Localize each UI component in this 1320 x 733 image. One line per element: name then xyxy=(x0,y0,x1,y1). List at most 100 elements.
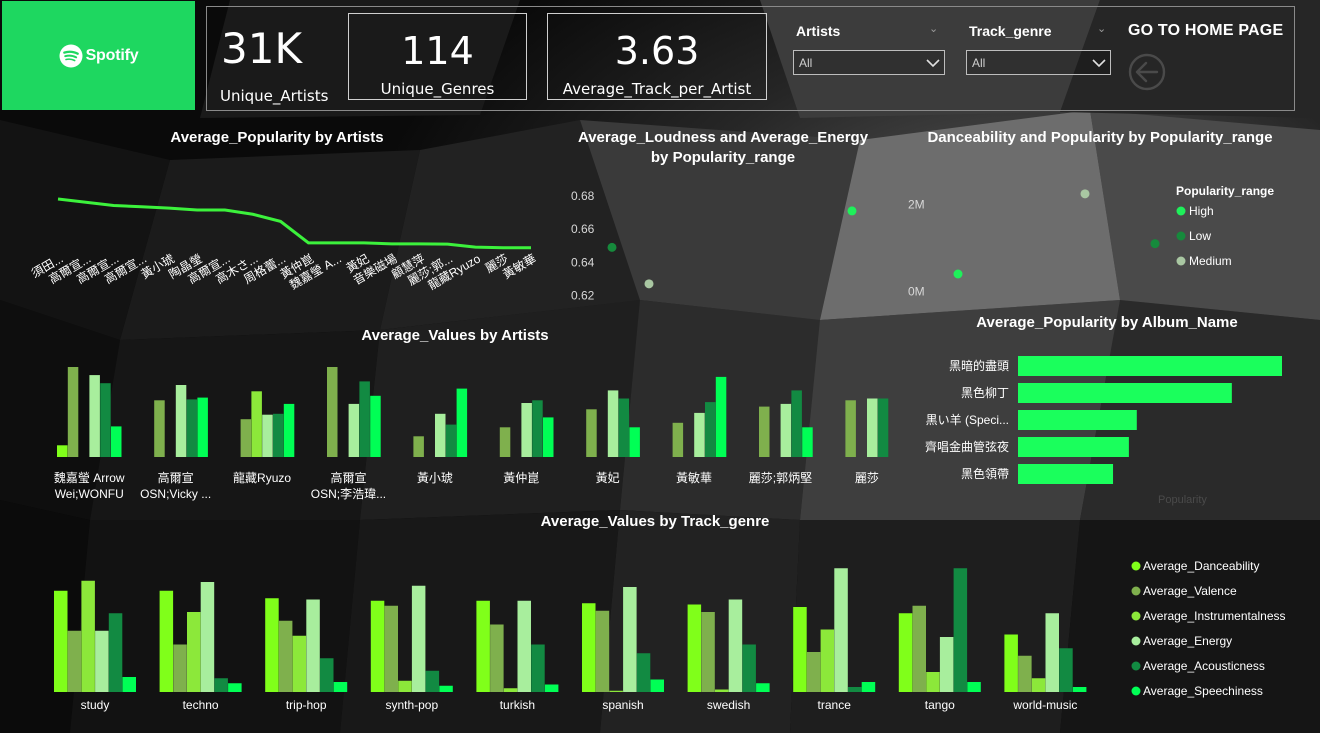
legend-label: Average_Speechiness xyxy=(1143,684,1263,698)
legend-label: Average_Valence xyxy=(1143,584,1237,598)
bar-average-acousticness xyxy=(425,670,440,692)
y-tick-label: 0.68 xyxy=(571,189,595,203)
x-axis-label: Popularity xyxy=(1158,494,1207,506)
bar-average-instrumentalness xyxy=(1031,678,1046,692)
legend-marker xyxy=(1131,586,1141,596)
y-tick-label: 0M xyxy=(908,284,925,298)
bar-average-speechiness xyxy=(650,679,664,692)
legend-label: High xyxy=(1189,204,1214,218)
bar-average-speechiness xyxy=(715,376,727,457)
bar-average-acousticness xyxy=(214,678,228,692)
bar-average-speechiness xyxy=(802,427,813,457)
legend-label: Medium xyxy=(1189,254,1232,268)
legend-title: Popularity_range xyxy=(1176,184,1274,198)
bar-average-speechiness xyxy=(197,397,208,457)
bar-average-valence xyxy=(67,630,82,692)
bar-average-acousticness xyxy=(359,381,370,457)
bar-average-instrumentalness xyxy=(398,680,412,692)
bar-average-valence xyxy=(701,612,715,692)
y-tick-label: 0.64 xyxy=(571,255,595,269)
bar-average-valence xyxy=(173,644,187,692)
bar-average-instrumentalness xyxy=(715,689,729,692)
bar-average-energy xyxy=(435,413,446,457)
y-tick-label: 黑暗的盡頭 xyxy=(949,358,1009,373)
bar-average-valence xyxy=(586,409,597,457)
bar-average-speechiness xyxy=(861,682,876,692)
report-page: Spotify 31K Unique_Artists 114 Unique_Ge… xyxy=(0,0,1320,733)
x-tick-label: 龍藏Ryuzo xyxy=(233,470,291,485)
bar-average-instrumentalness xyxy=(81,580,95,692)
bar-average-energy xyxy=(1045,613,1059,692)
bar-average-instrumentalness xyxy=(251,391,262,457)
bar-average-valence xyxy=(912,605,926,692)
bar-average-energy xyxy=(834,568,848,692)
bar-average-speechiness xyxy=(1072,687,1087,692)
legend-marker xyxy=(1131,661,1141,671)
bar-average-valence xyxy=(413,436,424,457)
x-tick-label: 黃妃 xyxy=(596,471,620,485)
x-tick-label: spanish xyxy=(602,698,643,712)
bar-average-valence xyxy=(384,605,398,692)
bar-average-valence xyxy=(499,427,511,457)
y-tick-label: 黒い羊 (Speci... xyxy=(926,412,1009,427)
bar-average-danceability xyxy=(159,590,174,692)
scatter-point-high xyxy=(847,206,857,216)
x-tick-label: 魏嘉瑩 Arrow xyxy=(54,470,125,485)
popularity-line-series xyxy=(57,197,531,250)
bar-average-energy xyxy=(95,630,109,692)
x-tick-label: Wei;WONFU xyxy=(55,487,124,501)
legend-label: Average_Instrumentalness xyxy=(1143,609,1286,623)
album-bar xyxy=(1018,437,1129,457)
legend-marker xyxy=(1131,611,1141,621)
bar-average-acousticness xyxy=(108,613,123,692)
bar-average-instrumentalness xyxy=(926,672,940,692)
bar-average-acousticness xyxy=(791,390,802,457)
bar-average-speechiness xyxy=(629,427,640,457)
album-bar xyxy=(1018,410,1137,430)
bar-average-danceability xyxy=(898,613,913,692)
x-tick-label: synth-pop xyxy=(385,698,438,712)
bar-average-acousticness xyxy=(705,402,716,457)
scatter-point-high xyxy=(953,269,963,279)
bar-average-acousticness xyxy=(953,568,968,692)
x-tick-label: swedish xyxy=(707,698,750,712)
bar-average-speechiness xyxy=(111,426,122,457)
bar-average-danceability xyxy=(582,603,596,692)
legend-marker xyxy=(1176,206,1186,216)
bar-average-valence xyxy=(595,610,610,692)
bar-average-acousticness xyxy=(186,399,198,457)
bar-average-energy xyxy=(867,398,878,457)
bar-average-energy xyxy=(517,600,531,692)
bar-average-acousticness xyxy=(636,653,651,692)
x-tick-label: tango xyxy=(925,698,955,712)
bar-average-valence xyxy=(759,406,770,457)
y-tick-label: 黑色柳丁 xyxy=(961,386,1009,400)
charts-canvas: 須田...高爾宣...高爾宣...高爾宣...黃小琥陶晶瑩高爾宣...高木さ..… xyxy=(29,184,1286,712)
bar-average-acousticness xyxy=(531,644,545,692)
y-tick-label: 2M xyxy=(908,198,925,212)
bar-average-valence xyxy=(845,400,856,457)
bar-average-valence xyxy=(327,367,338,457)
legend-marker xyxy=(1131,636,1141,646)
bar-average-speechiness xyxy=(544,684,559,692)
x-tick-label: OSN;李浩瑋... xyxy=(311,486,386,501)
bar-average-acousticness xyxy=(532,400,543,457)
bar-average-valence xyxy=(154,400,165,457)
x-tick-label: OSN;Vicky ... xyxy=(140,487,211,501)
y-tick-label: 黑色領帶 xyxy=(961,466,1009,481)
y-tick-label: 0.62 xyxy=(571,288,595,302)
bar-average-energy xyxy=(623,587,637,692)
bar-average-speechiness xyxy=(456,388,468,457)
x-tick-label: turkish xyxy=(500,698,535,712)
bar-average-acousticness xyxy=(1059,648,1073,692)
bar-average-danceability xyxy=(54,590,68,692)
x-tick-label: study xyxy=(81,698,110,712)
bar-average-acousticness xyxy=(742,644,756,692)
bar-average-energy xyxy=(348,403,360,457)
bar-average-acousticness xyxy=(877,398,889,457)
bar-average-danceability xyxy=(57,445,68,457)
legend-label: Average_Energy xyxy=(1143,634,1232,648)
bar-average-instrumentalness xyxy=(292,635,307,692)
x-tick-label: trance xyxy=(818,698,852,712)
album-bar xyxy=(1018,356,1282,376)
